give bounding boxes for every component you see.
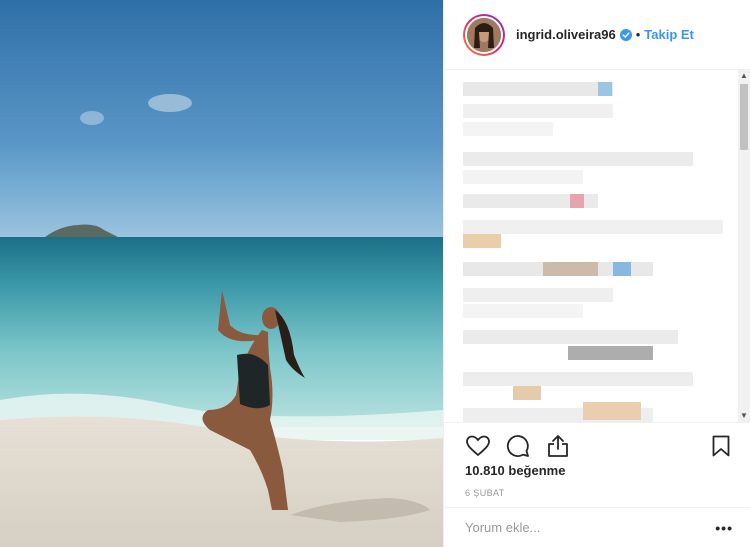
- bookmark-icon[interactable]: [707, 432, 735, 460]
- username-link[interactable]: ingrid.oliveira96: [516, 27, 616, 42]
- follow-button[interactable]: Takip Et: [644, 27, 694, 42]
- post-photo[interactable]: [0, 0, 443, 547]
- scroll-down-icon[interactable]: ▼: [738, 410, 750, 422]
- scroll-up-icon[interactable]: ▲: [738, 70, 750, 82]
- share-icon[interactable]: [544, 432, 572, 460]
- speech-bubble-icon[interactable]: [504, 432, 532, 460]
- heart-icon[interactable]: [464, 432, 492, 460]
- post-sidebar: ingrid.oliveira96 • Takip Et ▲ ▼ 10.810 …: [443, 0, 750, 547]
- post-date[interactable]: 6 ŞUBAT: [465, 488, 505, 498]
- comment-input[interactable]: [465, 520, 716, 535]
- verified-badge-icon: [619, 28, 632, 41]
- scrollbar-thumb[interactable]: [740, 84, 748, 150]
- header-separator: •: [635, 27, 641, 42]
- instagram-post-modal: ingrid.oliveira96 • Takip Et ▲ ▼ 10.810 …: [0, 0, 750, 547]
- comments-area[interactable]: [444, 70, 750, 422]
- pixelated-comments-image: [463, 82, 723, 422]
- avatar[interactable]: [465, 15, 503, 54]
- like-count[interactable]: 10.810 beğenme: [465, 463, 565, 478]
- comment-form: •••: [444, 507, 750, 547]
- more-options-icon[interactable]: •••: [715, 520, 733, 536]
- comments-scrollbar[interactable]: ▲ ▼: [738, 70, 750, 422]
- avatar-ring[interactable]: [463, 13, 505, 56]
- post-header: ingrid.oliveira96 • Takip Et: [444, 0, 750, 70]
- action-icons: [464, 432, 572, 460]
